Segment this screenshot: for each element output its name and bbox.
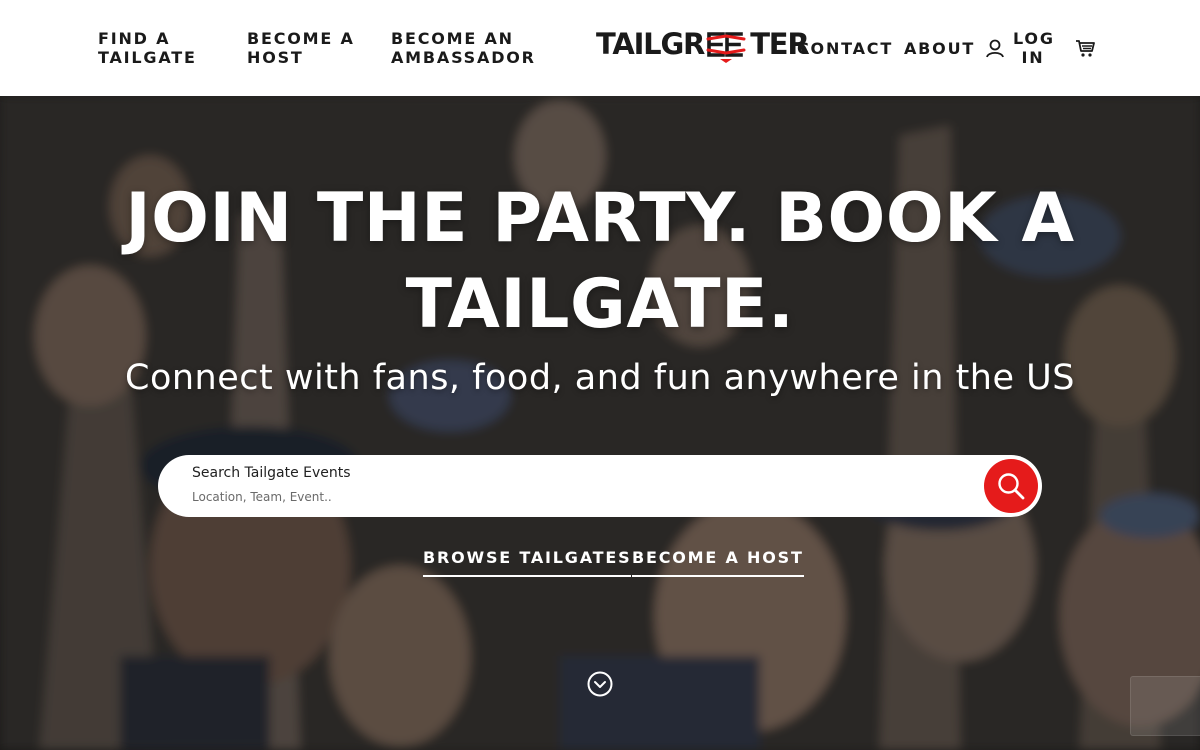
recaptcha-badge [1130, 676, 1200, 736]
logo-ee-icon [706, 32, 746, 63]
site-logo[interactable]: TAILGR TER [596, 26, 810, 66]
logo-text-prefix: TAILGR [596, 27, 705, 61]
user-icon[interactable] [985, 38, 1005, 58]
nav-about[interactable]: ABOUT [904, 39, 975, 58]
nav-contact[interactable]: CONTACT [797, 39, 893, 58]
search-input[interactable] [192, 488, 892, 506]
nav-become-ambassador[interactable]: BECOME AN AMBASSADOR [391, 29, 541, 67]
hero-subtitle: Connect with fans, food, and fun anywher… [125, 358, 1075, 398]
search-icon [998, 473, 1025, 500]
hero-title: JOIN THE PARTY. BOOK A TAILGATE. [125, 179, 1075, 344]
nav-become-host[interactable]: BECOME A HOST [247, 29, 367, 67]
nav-find-tailgate[interactable]: FIND A TAILGATE [98, 29, 218, 67]
search-label: Search Tailgate Events [192, 465, 351, 481]
cart-icon[interactable] [1075, 38, 1097, 58]
nav-login[interactable]: LOG IN [1013, 29, 1053, 67]
search-button[interactable] [984, 459, 1038, 513]
site-header: FIND A TAILGATE BECOME A HOST BECOME AN … [0, 0, 1200, 96]
search-bar[interactable]: Search Tailgate Events [158, 455, 1042, 517]
chevron-down-circle-icon[interactable] [587, 671, 613, 697]
become-host-link[interactable]: BECOME A HOST [632, 548, 804, 577]
logo-wordmark: TAILGR TER [596, 26, 810, 63]
logo-ee-mark [705, 29, 749, 63]
hero-section: JOIN THE PARTY. BOOK A TAILGATE. Connect… [0, 96, 1200, 750]
browse-tailgates-link[interactable]: BROWSE TAILGATES [423, 548, 632, 577]
